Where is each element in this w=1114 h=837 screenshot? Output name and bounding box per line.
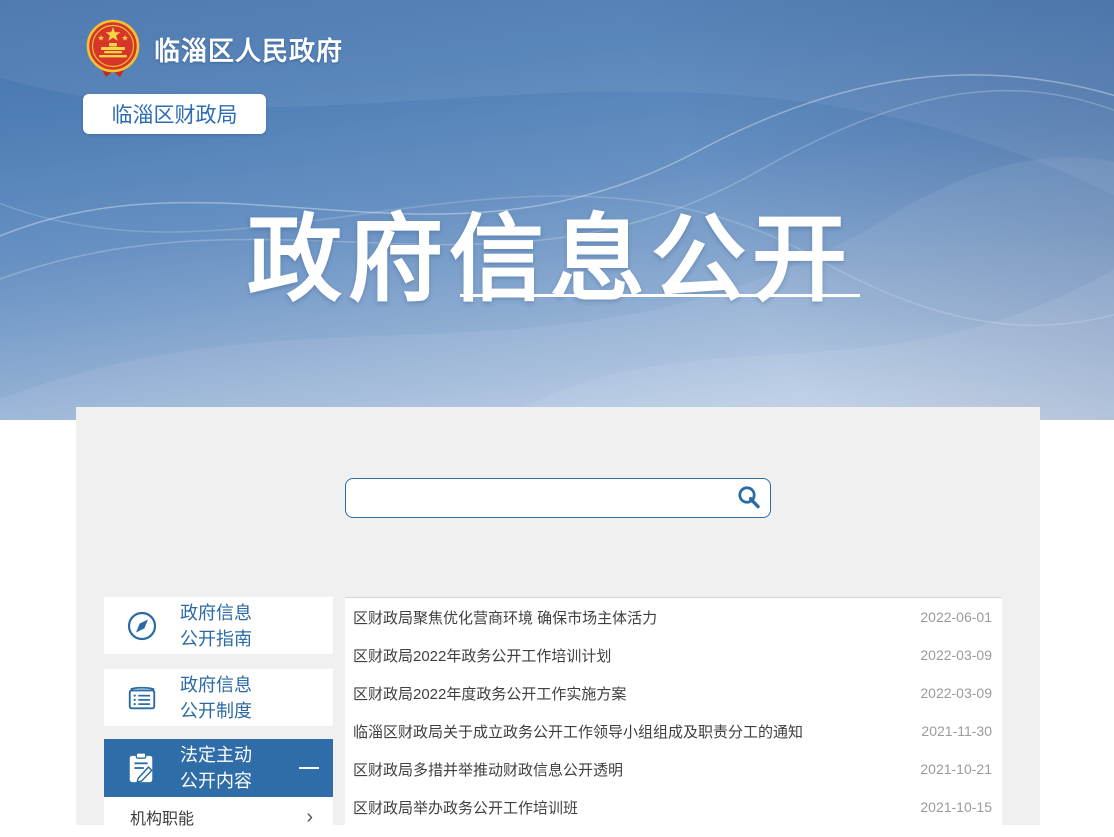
article-title[interactable]: 临淄区财政局关于成立政务公开工作领导小组组成及职责分工的通知 — [353, 721, 803, 742]
sidebar-submenu: 机构职能 › — [104, 797, 333, 837]
search-input[interactable] — [345, 478, 771, 518]
page-title: 政府信息公开 — [0, 183, 1100, 320]
article-title[interactable]: 区财政局2022年政务公开工作培训计划 — [353, 645, 611, 666]
article-title[interactable]: 区财政局2022年度政务公开工作实施方案 — [353, 683, 626, 704]
article-date: 2022-06-01 — [920, 609, 992, 625]
article-date: 2021-10-21 — [920, 761, 992, 777]
article-date: 2021-10-15 — [920, 799, 992, 815]
sidebar-item-label-line1: 法定主动 — [180, 745, 252, 765]
article-date: 2022-03-09 — [920, 685, 992, 701]
compass-icon — [126, 609, 158, 643]
article-title[interactable]: 区财政局多措并举推动财政信息公开透明 — [353, 759, 623, 780]
sidebar-item-guide[interactable]: 政府信息 公开指南 — [104, 597, 333, 654]
article-title[interactable]: 区财政局举办政务公开工作培训班 — [353, 797, 578, 818]
national-emblem-icon — [84, 19, 142, 79]
article-date: 2022-03-09 — [920, 647, 992, 663]
search-icon — [736, 485, 762, 511]
article-row[interactable]: 临淄区财政局关于成立政务公开工作领导小组组成及职责分工的通知 2021-11-3… — [345, 712, 1002, 750]
article-row[interactable]: 区财政局多措并举推动财政信息公开透明 2021-10-21 — [345, 750, 1002, 788]
article-row[interactable]: 区财政局聚焦优化营商环境 确保市场主体活力 2022-06-01 — [345, 598, 1002, 636]
article-row[interactable]: 区财政局2022年度政务公开工作实施方案 2022-03-09 — [345, 674, 1002, 712]
article-title[interactable]: 区财政局聚焦优化营商环境 确保市场主体活力 — [353, 607, 657, 628]
article-row[interactable]: 区财政局2022年政务公开工作培训计划 2022-03-09 — [345, 636, 1002, 674]
dept-button-label: 临淄区财政局 — [112, 99, 238, 129]
gov-name: 临淄区人民政府 — [154, 31, 343, 68]
article-date: 2021-11-30 — [921, 723, 992, 739]
sidebar-item-label-line2: 公开指南 — [180, 629, 252, 649]
content-panel: 政府信息 公开指南 — [76, 407, 1040, 825]
sidebar-item-label-line1: 政府信息 — [180, 675, 252, 695]
content-row: 政府信息 公开指南 — [104, 597, 1002, 837]
sidebar-item-statutory-disclosure[interactable]: 法定主动 公开内容 — — [104, 739, 333, 797]
title-underline — [460, 294, 860, 297]
sidebar-item-label-line2: 公开内容 — [180, 771, 252, 791]
sidebar: 政府信息 公开指南 — [104, 597, 333, 837]
search-button[interactable] — [733, 483, 765, 513]
page-banner: 临淄区人民政府 临淄区财政局 政府信息公开 — [0, 0, 1114, 420]
dept-button[interactable]: 临淄区财政局 — [83, 94, 266, 134]
submenu-item-label: 机构职能 — [130, 805, 194, 829]
ledger-icon — [126, 681, 158, 715]
gov-brand[interactable]: 临淄区人民政府 — [84, 19, 343, 79]
clipboard-pen-icon — [126, 751, 158, 785]
submenu-item-org-functions[interactable]: 机构职能 › — [104, 797, 333, 837]
chevron-right-icon: › — [306, 807, 313, 827]
collapse-indicator[interactable]: — — [299, 757, 319, 780]
sidebar-item-label-line1: 政府信息 — [180, 603, 252, 623]
sidebar-item-label-line2: 公开制度 — [180, 701, 252, 721]
sidebar-item-system[interactable]: 政府信息 公开制度 — [104, 669, 333, 726]
search-bar — [345, 478, 771, 518]
article-list: 区财政局聚焦优化营商环境 确保市场主体活力 2022-06-01 区财政局202… — [345, 597, 1002, 837]
article-row[interactable]: 区财政局举办政务公开工作培训班 2021-10-15 — [345, 788, 1002, 826]
